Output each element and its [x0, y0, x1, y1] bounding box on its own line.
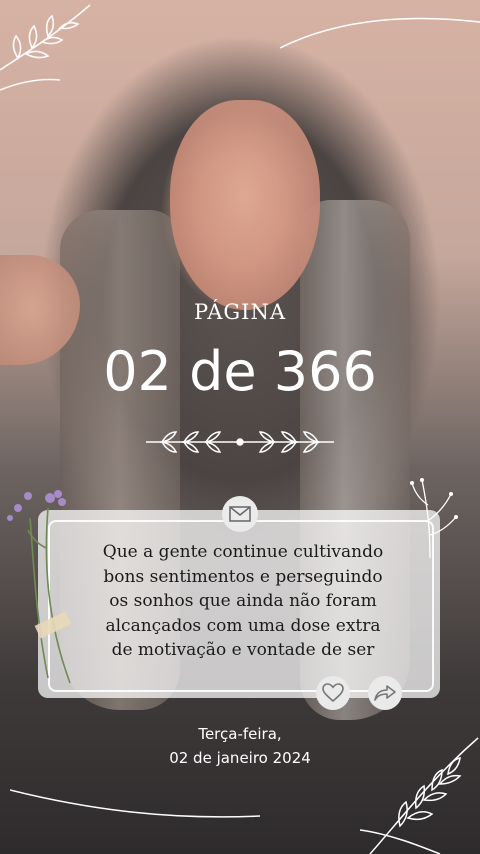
white-sprig-right-icon: [410, 478, 458, 559]
leaf-branch-bottom-right-icon: [360, 737, 479, 854]
envelope-badge: [222, 496, 258, 532]
page-label: PÁGINA: [194, 300, 286, 324]
share-button[interactable]: [368, 676, 402, 710]
quote-line: de motivação e vontade de ser: [111, 640, 375, 660]
page-counter: 02 de 366: [103, 340, 377, 403]
like-button[interactable]: [316, 676, 350, 710]
envelope-icon: [229, 506, 251, 522]
share-arrow-icon: [374, 685, 396, 701]
curve-line-bottom-left-icon: [10, 789, 260, 818]
quote-line: alcançados com uma dose extra: [105, 615, 381, 636]
background-photo-face: [170, 100, 320, 310]
ornament-divider-icon: [146, 431, 334, 453]
quote-text: Que a gente continue cultivando bons sen…: [88, 540, 398, 663]
quote-line: bons sentimentos e perseguindo: [103, 566, 383, 587]
curve-line-top-right-icon: [280, 17, 480, 49]
dried-flowers-icon: [7, 490, 72, 684]
quote-line: Que a gente continue cultivando: [102, 542, 384, 562]
leaf-branch-top-left-icon: [0, 4, 91, 91]
heart-icon: [322, 683, 344, 703]
quote-line: os sonhos que ainda não foram: [109, 591, 377, 611]
story-card: PÁGINA 02 de 366 Que a gente continue cu…: [0, 0, 480, 854]
